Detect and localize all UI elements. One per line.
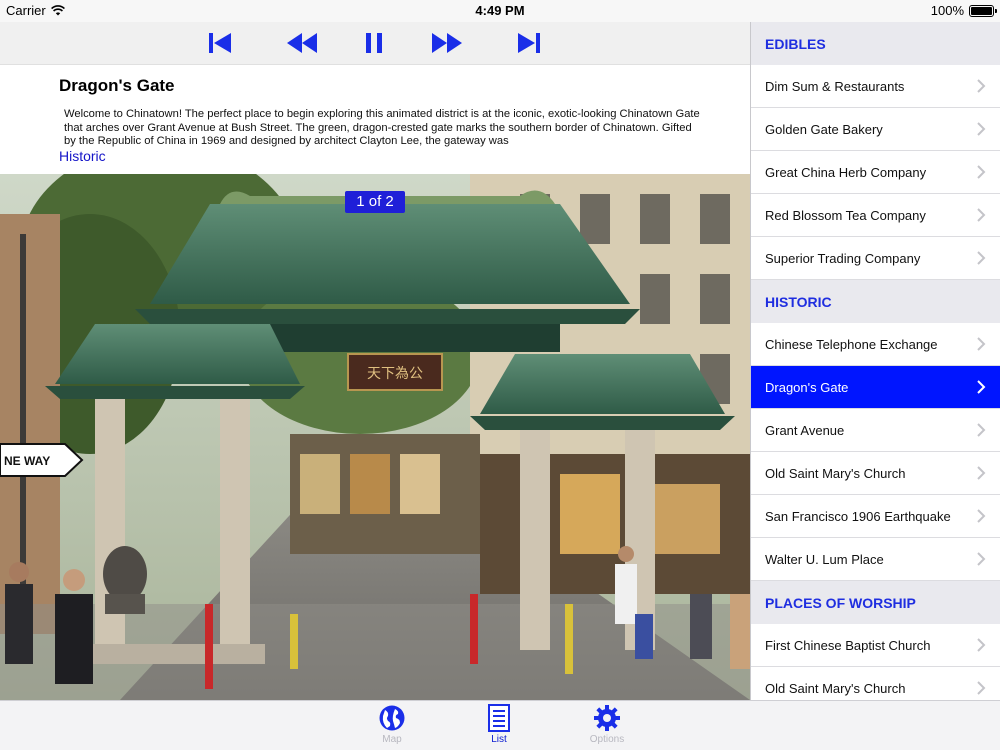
chevron-right-icon [977, 509, 986, 523]
list-item-selected[interactable]: Dragon's Gate [751, 366, 1000, 409]
chevron-right-icon [977, 638, 986, 652]
pause-button[interactable] [366, 31, 382, 55]
list-item-label: Superior Trading Company [765, 250, 921, 266]
skip-back-icon [209, 33, 231, 53]
list-item[interactable]: Red Blossom Tea Company [751, 194, 1000, 237]
section-header-historic: HISTORIC [751, 280, 1000, 323]
status-right: 100% [930, 3, 997, 18]
list-item-label: Golden Gate Bakery [765, 121, 883, 137]
chevron-right-icon [977, 681, 986, 695]
tab-label: Map [382, 734, 402, 745]
tab-label: List [491, 734, 507, 745]
tab-map[interactable]: Map [362, 704, 422, 750]
chevron-right-icon [977, 423, 986, 437]
chevron-right-icon [977, 79, 986, 93]
tab-list[interactable]: List [469, 704, 529, 750]
list-item[interactable]: First Chinese Baptist Church [751, 624, 1000, 667]
globe-icon [379, 705, 405, 731]
list-item-label: Chinese Telephone Exchange [765, 336, 938, 352]
chevron-right-icon [977, 552, 986, 566]
list-item[interactable]: Golden Gate Bakery [751, 108, 1000, 151]
chevron-right-icon [977, 208, 986, 222]
tab-label: Options [589, 734, 625, 745]
list-item-label: First Chinese Baptist Church [765, 637, 931, 653]
list-item[interactable]: Grant Avenue [751, 409, 1000, 452]
gear-icon [594, 705, 620, 731]
place-description: Welcome to Chinatown! The perfect place … [64, 108, 700, 147]
fast-forward-icon [432, 33, 462, 53]
fast-forward-button[interactable] [432, 31, 462, 55]
dragons-gate-illustration: 天下為公 NE WAY [0, 174, 750, 700]
list-item[interactable]: San Francisco 1906 Earthquake [751, 495, 1000, 538]
place-category-link[interactable]: Historic [59, 148, 106, 164]
chevron-right-icon [977, 165, 986, 179]
list-icon [488, 704, 510, 732]
one-way-sign-text: NE WAY [4, 454, 50, 468]
skip-forward-icon [518, 33, 540, 53]
list-item-label: Dim Sum & Restaurants [765, 78, 905, 94]
list-item[interactable]: Superior Trading Company [751, 237, 1000, 280]
list-item[interactable]: Dim Sum & Restaurants [751, 65, 1000, 108]
list-item-label: Old Saint Mary's Church [765, 465, 906, 481]
list-item-label: Walter U. Lum Place [765, 551, 884, 567]
list-item-label: Red Blossom Tea Company [765, 207, 926, 223]
chevron-right-icon [977, 251, 986, 265]
section-header-places-of-worship: PLACES OF WORSHIP [751, 581, 1000, 624]
list-item[interactable]: Chinese Telephone Exchange [751, 323, 1000, 366]
detail-pane: Dragon's Gate Welcome to Chinatown! The … [0, 22, 750, 700]
tab-options[interactable]: Options [577, 704, 637, 750]
chevron-right-icon [977, 337, 986, 351]
rewind-button[interactable] [287, 31, 317, 55]
list-item-label: Dragon's Gate [765, 379, 849, 395]
skip-back-button[interactable] [209, 31, 231, 55]
list-item-label: San Francisco 1906 Earthquake [765, 508, 951, 524]
list-item[interactable]: Walter U. Lum Place [751, 538, 1000, 581]
list-item[interactable]: Old Saint Mary's Church [751, 452, 1000, 495]
status-time: 4:49 PM [475, 3, 525, 18]
section-header-edibles: EDIBLES [751, 22, 1000, 65]
list-item[interactable]: Great China Herb Company [751, 151, 1000, 194]
place-title: Dragon's Gate [59, 76, 175, 95]
battery-percent: 100% [930, 3, 964, 18]
chevron-right-icon [977, 466, 986, 480]
gate-sign-text: 天下為公 [367, 366, 423, 382]
chevron-right-icon [977, 122, 986, 136]
place-photo[interactable]: 天下為公 NE WAY [0, 174, 750, 700]
list-item-label: Grant Avenue [765, 422, 845, 438]
chevron-right-icon [977, 380, 986, 394]
pause-icon [366, 33, 382, 53]
status-bar: Carrier 4:49 PM 100% [0, 0, 1000, 22]
skip-forward-button[interactable] [518, 31, 540, 55]
photo-counter-badge: 1 of 2 [345, 191, 405, 213]
list-item-label: Great China Herb Company [765, 164, 927, 180]
tab-bar: Map List Options [0, 700, 1000, 750]
battery-icon [969, 4, 997, 17]
list-item[interactable]: Old Saint Mary's Church [751, 667, 1000, 700]
places-list: EDIBLES Dim Sum & Restaurants Golden Gat… [750, 22, 1000, 700]
rewind-icon [287, 33, 317, 53]
playback-toolbar [0, 22, 750, 65]
list-item-label: Old Saint Mary's Church [765, 680, 906, 696]
